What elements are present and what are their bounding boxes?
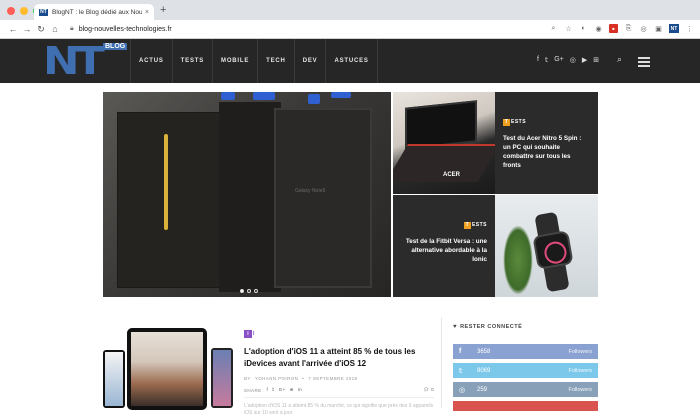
featured-slider: Galaxy Note9 ACER T ESTS Test du Acer Nit… — [103, 92, 598, 297]
browser-tab-bar: NT BlogNT : le Blog dédié aux Nou × + — [0, 0, 700, 20]
extension-icon[interactable]: ⎘ — [624, 24, 633, 33]
site-header: NT BLOG ACTUS TESTS MOBILE TECH DEV ASTU… — [0, 39, 700, 83]
follower-count: 8069 — [477, 367, 491, 374]
slider-dot[interactable] — [247, 289, 251, 293]
share-pinterest-icon[interactable]: ⊕ — [290, 387, 294, 393]
tab-favicon: NT — [39, 8, 48, 16]
home-button[interactable]: ⌂ — [48, 24, 62, 34]
logo-badge: BLOG — [103, 43, 128, 50]
reload-button[interactable]: ↻ — [34, 24, 48, 35]
product-box-image — [117, 112, 221, 288]
s-pen-image — [164, 134, 168, 230]
article-card: iI L'adoption d'iOS 11 a atteint 85 % de… — [103, 322, 434, 416]
acer-laptop-image[interactable]: ACER — [393, 92, 495, 194]
heart-icon: ♥ — [453, 324, 458, 330]
fitbit-watch-image[interactable] — [495, 195, 598, 297]
facebook-followers-box[interactable]: f 3658 Followers — [453, 344, 598, 359]
twitter-icon: 𝕥 — [459, 367, 463, 375]
youtube-icon[interactable]: ▶ — [582, 56, 587, 64]
close-window-button[interactable] — [7, 7, 15, 15]
product-box-image — [274, 108, 372, 288]
google-plus-icon[interactable]: G+ — [554, 56, 564, 64]
article-date: 7 SEPTEMBRE 2018 — [308, 376, 358, 382]
browser-address-bar: ← → ↻ ⌂ 🔒︎ blog-nouvelles-technologies.f… — [0, 20, 700, 39]
category-tag[interactable]: iI — [244, 330, 254, 338]
featured-main-slide[interactable]: Galaxy Note9 — [103, 92, 391, 297]
article-meta: BY YOHANN POIRON • 7 SEPTEMBRE 2018 — [244, 376, 358, 382]
comment-count[interactable]: 💬︎ 0 — [423, 387, 434, 393]
featured-tile[interactable]: T ESTS Test du Acer Nitro 5 Spin : un PC … — [495, 92, 598, 194]
tile-title[interactable]: Test de la Fitbit Versa : une alternativ… — [401, 237, 487, 264]
slider-dot[interactable] — [240, 289, 244, 293]
nt-extension-icon[interactable]: NT — [669, 24, 679, 33]
instagram-icon: ◎ — [459, 386, 466, 394]
zoom-icon[interactable]: ⌕ — [549, 24, 558, 33]
header-social-links: f 𝕥 G+ ◎ ▶ ⊞ — [537, 56, 599, 64]
logo-text: NT — [43, 39, 105, 83]
main-nav: ACTUS TESTS MOBILE TECH DEV ASTUCES — [130, 39, 378, 83]
article-title[interactable]: L'adoption d'iOS 11 a atteint 85 % de to… — [244, 346, 434, 369]
tile-title[interactable]: Test du Acer Nitro 5 Spin : un PC qui so… — [503, 134, 590, 171]
article-thumbnail[interactable] — [103, 328, 233, 412]
extensions-bar: ⌕ ☆ ◐ ◉ ■ ⎘ ◎ ▣ NT ⋮ — [549, 24, 694, 33]
rss-icon[interactable]: ⊞ — [593, 56, 599, 64]
extension-icon[interactable]: ■ — [609, 24, 618, 33]
instagram-followers-box[interactable]: ◎ 259 Followers — [453, 382, 598, 397]
follower-label: Followers — [568, 386, 592, 393]
minimize-window-button[interactable] — [20, 7, 28, 15]
share-linkedin-icon[interactable]: in — [298, 387, 302, 393]
follower-label: Followers — [568, 348, 592, 355]
lock-icon: 🔒︎ — [70, 25, 74, 32]
category-tag[interactable]: T ESTS — [463, 221, 487, 229]
new-tab-button[interactable]: + — [160, 4, 166, 16]
column-divider — [441, 318, 442, 408]
tab-title: BlogNT : le Blog dédié aux Nou — [52, 8, 142, 16]
box-label: Galaxy Note9 — [295, 188, 326, 194]
follower-label: Followers — [568, 367, 592, 374]
browser-tab[interactable]: NT BlogNT : le Blog dédié aux Nou × — [34, 4, 154, 20]
forward-button[interactable]: → — [20, 24, 34, 34]
share-label: SHARE — [244, 387, 262, 393]
nav-item-tests[interactable]: TESTS — [171, 39, 212, 83]
article-author[interactable]: YOHANN POIRON — [255, 376, 298, 381]
share-facebook-icon[interactable]: f — [267, 387, 269, 393]
share-google-plus-icon[interactable]: G+ — [279, 387, 286, 393]
hamburger-menu-icon[interactable] — [638, 57, 650, 69]
category-tag[interactable]: T ESTS — [503, 118, 526, 126]
url-field[interactable]: 🔒︎ blog-nouvelles-technologies.fr — [70, 25, 172, 33]
twitter-icon[interactable]: 𝕥 — [545, 56, 548, 64]
share-bar: SHARE f 𝕥 G+ ⊕ in 💬︎ 0 — [244, 387, 434, 393]
browser-menu-icon[interactable]: ⋮ — [685, 24, 694, 33]
follower-count: 259 — [477, 386, 488, 393]
featured-tile[interactable]: T ESTS Test de la Fitbit Versa : une alte… — [393, 195, 495, 297]
slider-dot[interactable] — [254, 289, 258, 293]
url-text: blog-nouvelles-technologies.fr — [78, 25, 172, 33]
sidebar-title: ♥ RESTER CONNECTÉ — [453, 324, 523, 330]
search-icon[interactable]: ⌕ — [617, 54, 622, 65]
extension-icon[interactable]: ◉ — [594, 24, 603, 33]
extension-icon[interactable]: ▣ — [654, 24, 663, 33]
nav-item-astuces[interactable]: ASTUCES — [325, 39, 378, 83]
facebook-icon[interactable]: f — [537, 56, 539, 64]
instagram-icon[interactable]: ◎ — [570, 56, 576, 64]
twitter-followers-box[interactable]: 𝕥 8069 Followers — [453, 363, 598, 378]
nav-item-mobile[interactable]: MOBILE — [212, 39, 257, 83]
share-twitter-icon[interactable]: 𝕥 — [272, 387, 275, 393]
article-excerpt: L'adoption d'iOS 11 a atteint 85 % du ma… — [244, 403, 434, 417]
slider-pagination — [240, 289, 258, 293]
nav-item-tech[interactable]: TECH — [257, 39, 294, 83]
back-button[interactable]: ← — [6, 24, 20, 34]
facebook-icon: f — [459, 348, 462, 355]
extension-icon[interactable]: ◎ — [639, 24, 648, 33]
laptop-brand: ACER — [443, 172, 461, 178]
tab-close-icon[interactable]: × — [145, 9, 149, 16]
nav-item-dev[interactable]: DEV — [293, 39, 326, 83]
follower-count: 3658 — [477, 348, 491, 355]
extension-icon[interactable]: ◐ — [579, 24, 588, 33]
youtube-followers-box[interactable] — [453, 401, 598, 411]
nav-item-actus[interactable]: ACTUS — [130, 39, 172, 83]
bookmark-star-icon[interactable]: ☆ — [564, 24, 573, 33]
site-logo[interactable]: NT BLOG — [43, 39, 128, 83]
